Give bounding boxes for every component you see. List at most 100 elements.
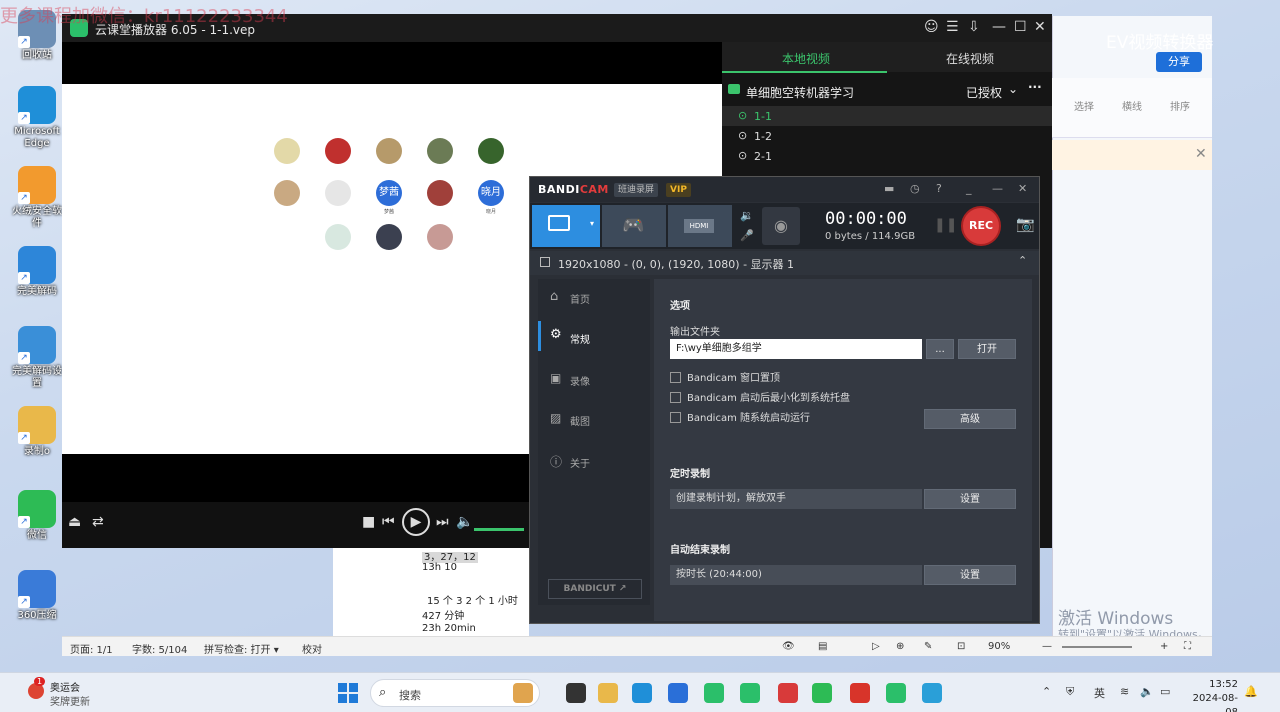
rec-button[interactable]: REC <box>961 206 1001 246</box>
clock-icon[interactable]: ◷ <box>910 182 920 195</box>
download-icon[interactable]: ⇩ <box>968 19 980 35</box>
eject-icon[interactable]: ⏏ <box>68 514 81 530</box>
desktop-icon[interactable]: ↗ 完美解码设置 <box>8 326 66 390</box>
user-icon[interactable]: ☺ <box>924 19 939 35</box>
system-clock[interactable]: 13:52 2024-08-08 <box>1186 678 1238 712</box>
desktop-icon[interactable]: ↗ 火绒安全软件 <box>8 166 66 230</box>
stop-icon[interactable]: ■ <box>362 514 375 530</box>
task-view-icon[interactable] <box>566 683 586 703</box>
schedule-settings-button[interactable]: 设置 <box>924 489 1016 509</box>
class-player-icon[interactable] <box>740 683 760 703</box>
nav-video[interactable]: ▣ 录像 <box>538 361 650 397</box>
desktop-icon[interactable]: ↗ 完美解码 <box>8 246 66 298</box>
file-explorer-icon[interactable] <box>598 683 618 703</box>
bandicam-icon[interactable] <box>778 683 798 703</box>
minimize-icon[interactable]: — <box>992 19 1006 35</box>
zoom-out-icon[interactable]: — <box>1042 641 1052 652</box>
proofread-button[interactable]: 校对 <box>302 641 322 656</box>
game-mode-button[interactable]: 🎮 <box>602 205 666 247</box>
maximize-icon[interactable]: ☐ <box>1014 19 1027 35</box>
output-folder-input[interactable]: F:\wy单细胞多组学 <box>670 339 922 359</box>
microphone-icon[interactable]: 🎤 <box>740 229 754 242</box>
pause-icon[interactable]: ❚❚ <box>934 217 957 233</box>
nav-screenshot[interactable]: ▨ 截图 <box>538 401 650 437</box>
tab-online-video[interactable]: 在线视频 <box>946 50 994 67</box>
checkbox-run-on-startup[interactable]: Bandicam 随系统启动运行 <box>670 409 810 424</box>
volume-icon[interactable]: 🔈 <box>1140 685 1154 698</box>
news-subtitle[interactable]: 奖牌更新 <box>50 693 90 708</box>
desktop-icon[interactable]: ↗ 微信 <box>8 490 66 542</box>
minimize-icon[interactable]: — <box>992 182 1003 195</box>
next-icon[interactable]: ⏭ <box>436 514 449 530</box>
news-title[interactable]: 奥运会 <box>50 679 80 694</box>
taskbar-search[interactable]: ⌕ 搜索 <box>370 679 540 707</box>
registration-badge[interactable]: 班迪录屏 <box>614 183 659 197</box>
edge-icon[interactable] <box>632 683 652 703</box>
menu-icon[interactable]: ☰ <box>946 19 959 35</box>
nav-home[interactable]: ⌂ 首页 <box>538 279 650 315</box>
fit-icon[interactable]: ⊡ <box>957 641 965 652</box>
wps-icon[interactable] <box>850 683 870 703</box>
help-icon[interactable]: ? <box>936 182 942 195</box>
eye-icon[interactable]: 👁 <box>782 641 795 652</box>
zoom-level[interactable]: 90% <box>988 641 1010 652</box>
word-count[interactable]: 字数: 5/104 <box>132 641 187 656</box>
desktop-icon[interactable]: ↗ 录制o <box>8 406 66 458</box>
play-pause-button[interactable]: ▶ <box>402 508 430 536</box>
share-button[interactable]: 分享 <box>1156 52 1202 72</box>
close-icon[interactable]: ✕ <box>1018 182 1027 195</box>
play-icon[interactable]: ▷ <box>872 641 880 652</box>
ev-tool-sort[interactable]: 排序 <box>1170 98 1190 113</box>
windows-start-icon[interactable] <box>338 683 358 703</box>
chevron-up-icon[interactable]: ⌃ <box>1042 685 1051 698</box>
close-icon[interactable]: ✕ <box>1034 19 1046 35</box>
previous-icon[interactable]: ⏮ <box>382 514 395 530</box>
ev-tool-select[interactable]: 选择 <box>1074 98 1094 113</box>
course-folder[interactable]: 单细胞空转机器学习 已授权 ⌄ ··· <box>722 78 1052 104</box>
lesson-item[interactable]: ⊙ 1-1 <box>722 106 1052 126</box>
zoom-in-icon[interactable]: + <box>1160 641 1168 652</box>
screen-mode-button[interactable]: ▾ <box>532 205 600 247</box>
volume-slider[interactable] <box>474 528 524 531</box>
camera-icon[interactable]: 📷 <box>1016 215 1035 233</box>
volume-icon[interactable]: 🔈 <box>456 514 473 530</box>
advanced-button[interactable]: 高级 <box>924 409 1016 429</box>
desktop-icon[interactable]: ↗ 360压缩 <box>8 570 66 622</box>
collapse-icon[interactable]: _ <box>966 182 972 195</box>
store-icon[interactable] <box>668 683 688 703</box>
speaker-icon[interactable]: 🔉 <box>740 209 754 222</box>
folder-icon[interactable]: ▬ <box>884 182 894 195</box>
tab-local-video[interactable]: 本地视频 <box>782 50 830 67</box>
notification-bell-icon[interactable]: 🔔 <box>1244 685 1258 698</box>
autostop-settings-button[interactable]: 设置 <box>924 565 1016 585</box>
globe-icon[interactable]: ⊕ <box>896 641 904 652</box>
lesson-item[interactable]: ⊙ 1-2 <box>722 126 1052 146</box>
webcam-icon[interactable]: ◉ <box>762 207 800 245</box>
loop-icon[interactable]: ⇄ <box>92 514 104 530</box>
more-icon[interactable]: ··· <box>1028 80 1042 94</box>
bandicut-button[interactable]: BANDICUT ↗ <box>548 579 642 599</box>
chevron-down-icon[interactable]: ⌄ <box>1008 82 1018 96</box>
fullscreen-icon[interactable]: ⛶ <box>1184 641 1191 652</box>
class-player-icon[interactable] <box>704 683 724 703</box>
chevron-down-icon[interactable]: ▾ <box>590 219 594 228</box>
checkbox-minimize-to-tray[interactable]: Bandicam 启动后最小化到系统托盘 <box>670 389 850 404</box>
network-shield-icon[interactable]: ⛨ <box>1066 685 1074 699</box>
nav-general[interactable]: ⚙ 常规 <box>538 317 650 353</box>
notes-icon[interactable] <box>922 683 942 703</box>
nav-about[interactable]: ⓘ 关于 <box>538 443 650 479</box>
ev-tool-line[interactable]: 横线 <box>1122 98 1142 113</box>
ev-recorder-icon[interactable] <box>886 683 906 703</box>
desktop-icon[interactable]: ↗ Microsoft Edge <box>8 86 66 150</box>
browse-button[interactable]: ... <box>926 339 954 359</box>
checkbox-always-on-top[interactable]: Bandicam 窗口置顶 <box>670 369 780 384</box>
lesson-item[interactable]: ⊙ 2-1 <box>722 146 1052 166</box>
ime-indicator[interactable]: 英 <box>1094 685 1105 701</box>
vip-badge[interactable]: VIP <box>666 183 691 197</box>
capture-region-bar[interactable]: 1920x1080 - (0, 0), (1920, 1080) - 显示器 1… <box>530 251 1039 275</box>
zoom-slider[interactable] <box>1062 646 1132 648</box>
wechat-icon[interactable] <box>812 683 832 703</box>
pen-icon[interactable]: ✎ <box>924 641 932 652</box>
wifi-icon[interactable]: ≋ <box>1120 685 1129 698</box>
page-view-icon[interactable]: ▤ <box>818 641 827 652</box>
